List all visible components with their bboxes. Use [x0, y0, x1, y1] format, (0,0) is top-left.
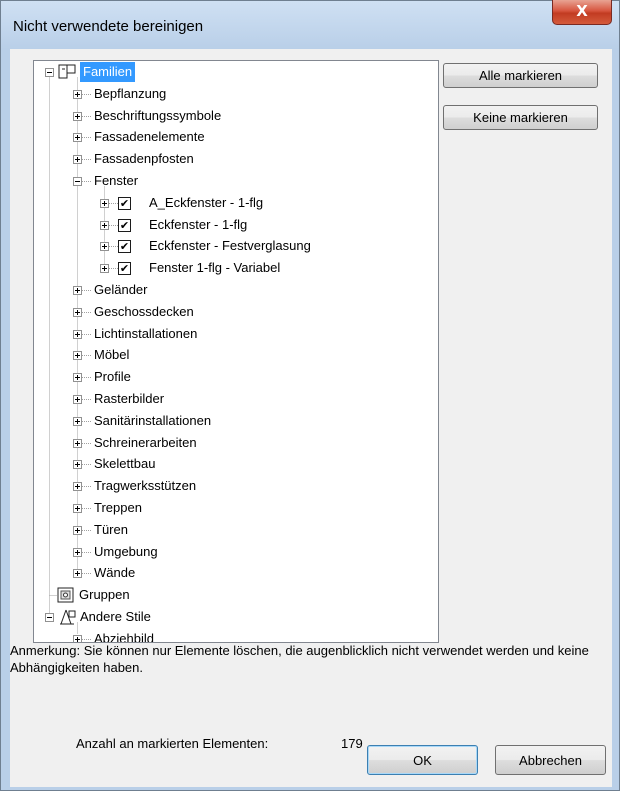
expand-icon[interactable] — [73, 504, 82, 513]
tree-family-type-item[interactable]: A_Eckfenster - 1-flg — [149, 193, 263, 213]
tree-category-item[interactable]: Fassadenelemente — [94, 127, 205, 147]
tree-category-item[interactable]: Sanitärinstallationen — [94, 411, 211, 431]
collapse-icon[interactable] — [45, 613, 54, 622]
expand-icon[interactable] — [73, 90, 82, 99]
item-checkbox[interactable]: ✔ — [118, 197, 131, 210]
tree-node-gruppen[interactable]: Gruppen — [79, 585, 130, 605]
expand-icon[interactable] — [73, 286, 82, 295]
tree-category-item[interactable]: Umgebung — [94, 542, 158, 562]
expand-icon[interactable] — [73, 308, 82, 317]
tree-family-type-item[interactable]: Fenster 1-flg - Variabel — [149, 258, 280, 278]
tree-category-item[interactable]: Rasterbilder — [94, 389, 164, 409]
collapse-icon[interactable] — [45, 68, 54, 77]
item-checkbox[interactable]: ✔ — [118, 240, 131, 253]
tree-family-type-item[interactable]: Eckfenster - 1-flg — [149, 215, 247, 235]
expand-icon[interactable] — [73, 439, 82, 448]
expand-icon[interactable] — [73, 548, 82, 557]
item-checkbox[interactable]: ✔ — [118, 219, 131, 232]
element-tree[interactable]: Familien Bepflanzung Beschriftungssymbole F… — [33, 60, 439, 643]
ok-button[interactable]: OK — [367, 745, 478, 775]
select-all-button[interactable]: Alle markieren — [443, 63, 598, 88]
expand-icon[interactable] — [73, 526, 82, 535]
expand-icon[interactable] — [73, 133, 82, 142]
expand-icon[interactable] — [73, 351, 82, 360]
tree-category-item[interactable]: Profile — [94, 367, 131, 387]
select-none-button[interactable]: Keine markieren — [443, 105, 598, 130]
tree-category-item[interactable]: Geländer — [94, 280, 147, 300]
tree-category-item[interactable]: Skelettbau — [94, 454, 155, 474]
expand-icon[interactable] — [73, 395, 82, 404]
tree-category-item[interactable]: Bepflanzung — [94, 84, 166, 104]
note-text: Anmerkung: Sie können nur Elemente lösch… — [10, 643, 589, 675]
expand-icon[interactable] — [100, 242, 109, 251]
dialog-title: Nicht verwendete bereinigen — [13, 18, 204, 35]
expand-icon[interactable] — [73, 569, 82, 578]
tree-category-item[interactable]: Türen — [94, 520, 128, 540]
expand-icon[interactable] — [73, 155, 82, 164]
title-bar[interactable]: Nicht verwendete bereinigen X — [1, 0, 619, 49]
expand-icon[interactable] — [73, 330, 82, 339]
expand-icon[interactable] — [73, 460, 82, 469]
expand-icon[interactable] — [100, 199, 109, 208]
selected-count-label: Anzahl an markierten Elementen: — [76, 736, 269, 751]
dialog-body: Familien Bepflanzung Beschriftungssymbole F… — [10, 49, 612, 787]
close-button[interactable]: X — [552, 0, 612, 25]
tree-node-familien[interactable]: Familien — [80, 62, 136, 82]
item-checkbox[interactable]: ✔ — [118, 262, 131, 275]
expand-icon[interactable] — [73, 373, 82, 382]
expand-icon[interactable] — [100, 221, 109, 230]
tree-category-item[interactable]: Treppen — [94, 498, 142, 518]
collapse-icon[interactable] — [73, 177, 82, 186]
tree-category-item[interactable]: Schreinerarbeiten — [94, 433, 197, 453]
cancel-button[interactable]: Abbrechen — [495, 745, 606, 775]
expand-icon[interactable] — [100, 264, 109, 273]
tree-family-type-item[interactable]: Eckfenster - Festverglasung — [149, 236, 311, 256]
purge-unused-dialog: Nicht verwendete bereinigen X Familien Be… — [0, 0, 620, 791]
tree-category-item[interactable]: Möbel — [94, 345, 129, 365]
selected-count-value: 179 — [341, 736, 363, 751]
tree-category-item[interactable]: Tragwerksstützen — [94, 476, 196, 496]
tree-category-fenster[interactable]: Fenster — [94, 171, 138, 191]
expand-icon[interactable] — [73, 482, 82, 491]
tree-category-item[interactable]: Geschossdecken — [94, 302, 194, 322]
expand-icon[interactable] — [73, 417, 82, 426]
tree-category-item[interactable]: Lichtinstallationen — [94, 324, 197, 344]
close-icon: X — [576, 2, 588, 20]
tree-category-item[interactable]: Fassadenpfosten — [94, 149, 194, 169]
expand-icon[interactable] — [73, 112, 82, 121]
tree-category-item[interactable]: Abziehbild — [94, 629, 154, 642]
tree-node-andere-stile[interactable]: Andere Stile — [80, 607, 151, 627]
tree-category-item[interactable]: Wände — [94, 563, 135, 583]
tree-category-item[interactable]: Beschriftungssymbole — [94, 106, 221, 126]
